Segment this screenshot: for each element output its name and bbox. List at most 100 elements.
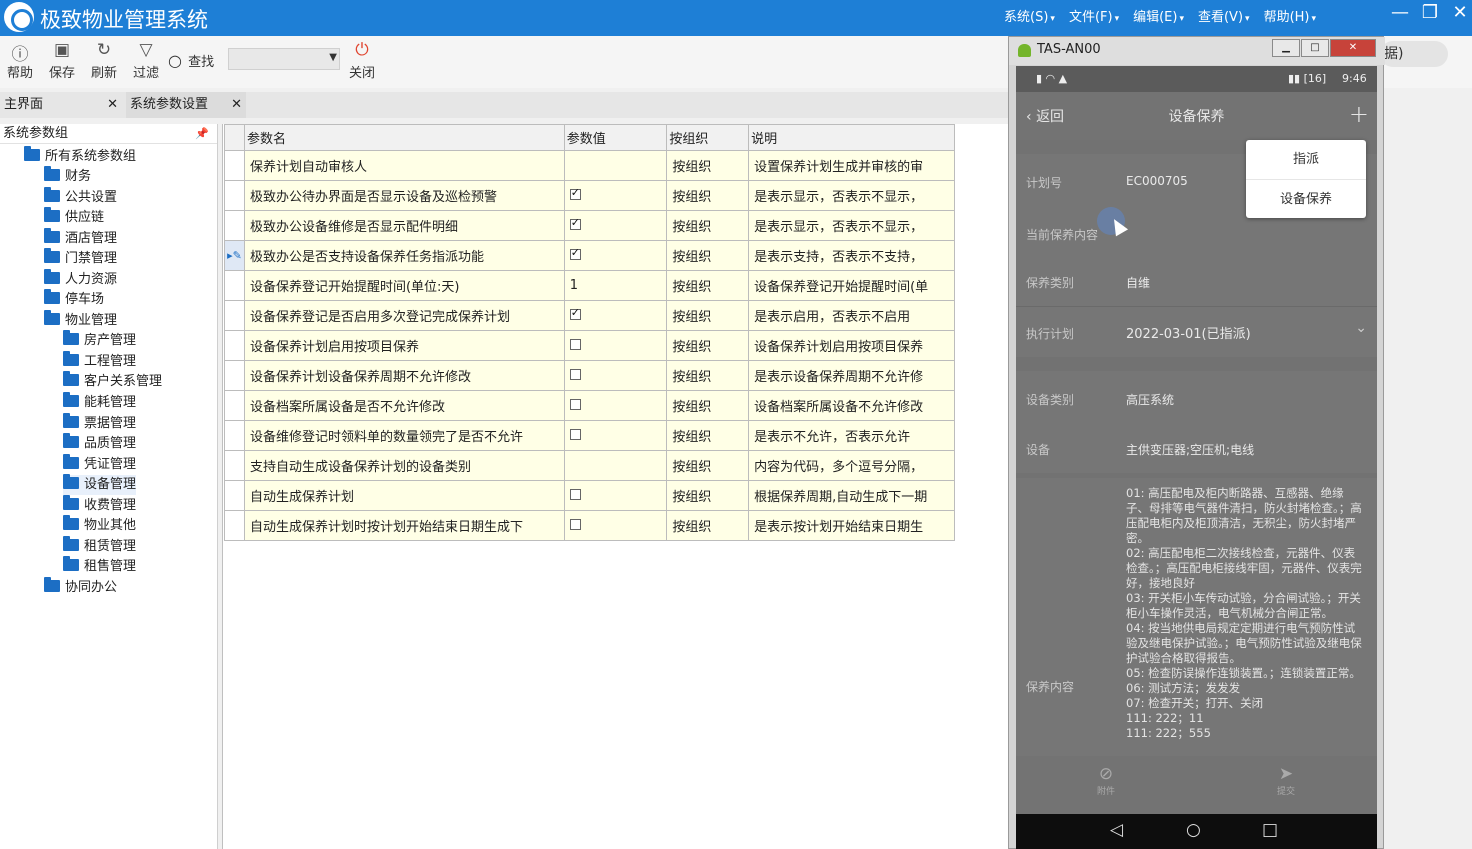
table-row[interactable]: 设备保养计划设备保养周期不允许修改 按组织 是表示设备保养周期不允许修 bbox=[224, 360, 955, 391]
tree-item[interactable]: 门禁管理 bbox=[44, 248, 117, 269]
tree-item[interactable]: 租赁管理 bbox=[63, 536, 136, 557]
menu-view[interactable]: 查看(V) bbox=[1198, 6, 1250, 25]
table-row[interactable]: 自动生成保养计划 按组织 根据保养周期,自动生成下一期 bbox=[224, 480, 955, 511]
refresh-button[interactable]: ↻ 刷新 bbox=[86, 40, 122, 81]
tree-item[interactable]: 品质管理 bbox=[63, 433, 136, 454]
table-row[interactable]: 设备保养登记是否启用多次登记完成保养计划 按组织是表示启用，否表示不启用 bbox=[224, 300, 955, 331]
close-window-icon[interactable]: ✕ bbox=[1450, 2, 1470, 23]
table-row[interactable]: 设备维修登记时领料单的数量领完了是否不允许 按组织 是表示不允许，否表示允许 bbox=[224, 420, 955, 451]
checkbox-unchecked[interactable] bbox=[569, 429, 581, 440]
checkbox-checked[interactable] bbox=[569, 186, 581, 200]
tree-item[interactable]: 凭证管理 bbox=[63, 454, 136, 475]
param-value-cell[interactable] bbox=[563, 180, 668, 211]
param-value-cell[interactable] bbox=[563, 300, 668, 331]
row-indicator[interactable] bbox=[224, 180, 245, 211]
plus-icon[interactable]: + bbox=[1349, 100, 1369, 128]
row-indicator[interactable] bbox=[224, 480, 245, 511]
row-indicator[interactable] bbox=[224, 270, 245, 301]
tree-item[interactable]: 公共设置 bbox=[44, 187, 117, 208]
checkbox-unchecked[interactable] bbox=[569, 369, 581, 380]
checkbox-unchecked[interactable] bbox=[569, 489, 581, 500]
tree-item[interactable]: 工程管理 bbox=[63, 351, 136, 372]
col-param-name[interactable]: 参数名 bbox=[243, 124, 565, 151]
row-indicator[interactable] bbox=[224, 450, 245, 481]
tree-item[interactable]: 收费管理 bbox=[63, 495, 136, 516]
menu-edit[interactable]: 编辑(E) bbox=[1133, 6, 1184, 25]
back-triangle-icon[interactable]: ◁ bbox=[1110, 820, 1123, 840]
row-indicator[interactable] bbox=[224, 330, 245, 361]
submit-button[interactable]: ➤ 提交 bbox=[1266, 764, 1306, 797]
restore-icon[interactable]: ❐ bbox=[1420, 2, 1440, 23]
param-value-cell[interactable] bbox=[563, 240, 668, 271]
param-value-cell[interactable] bbox=[563, 210, 668, 241]
col-description[interactable]: 说明 bbox=[748, 124, 955, 151]
close-icon[interactable]: ✕ bbox=[231, 92, 242, 118]
param-value-cell[interactable] bbox=[563, 150, 668, 181]
tree-item-selected[interactable]: 设备管理 bbox=[63, 474, 137, 495]
table-row[interactable]: 设备保养登记开始提醒时间(单位:天) 1 按组织 设备保养登记开始提醒时间(单 bbox=[224, 270, 955, 301]
tree-item[interactable]: 能耗管理 bbox=[63, 392, 136, 413]
tree-item[interactable]: 酒店管理 bbox=[44, 228, 117, 249]
col-param-value[interactable]: 参数值 bbox=[563, 124, 668, 151]
tree-root[interactable]: 所有系统参数组 bbox=[24, 146, 136, 167]
table-row[interactable]: 自动生成保养计划时按计划开始结束日期生成下 按组织 是表示按计划开始结束日期生 bbox=[224, 510, 955, 541]
popup-assign[interactable]: 指派 bbox=[1246, 140, 1366, 179]
tab-system-params[interactable]: 系统参数设置 ✕ bbox=[126, 92, 246, 118]
param-value-cell[interactable] bbox=[563, 480, 668, 511]
row-indicator[interactable] bbox=[224, 420, 245, 451]
param-value-cell[interactable] bbox=[563, 360, 668, 391]
table-row[interactable]: ▸✎极致办公是否支持设备保养任务指派功能 按组织是表示支持，否表示不支持， bbox=[224, 240, 955, 271]
row-indicator[interactable] bbox=[224, 210, 245, 241]
menu-file[interactable]: 文件(F) bbox=[1069, 6, 1119, 25]
row-indicator[interactable] bbox=[224, 300, 245, 331]
attachment-button[interactable]: ⊘ 附件 bbox=[1086, 764, 1126, 797]
checkbox-unchecked[interactable] bbox=[569, 339, 581, 350]
tree-item[interactable]: 物业其他 bbox=[63, 515, 136, 536]
menu-help[interactable]: 帮助(H) bbox=[1264, 6, 1316, 25]
table-row[interactable]: 极致办公待办界面是否显示设备及巡检预警 按组织是表示显示，否表示不显示， bbox=[224, 180, 955, 211]
checkbox-unchecked[interactable] bbox=[569, 399, 581, 410]
tab-main[interactable]: 主界面 ✕ bbox=[0, 92, 122, 118]
row-indicator[interactable] bbox=[224, 150, 245, 181]
param-value-cell[interactable] bbox=[563, 450, 668, 481]
tree-item[interactable]: 供应链 bbox=[44, 207, 104, 228]
tree-item[interactable]: 票据管理 bbox=[63, 413, 136, 434]
help-button[interactable]: ⓘ 帮助 bbox=[2, 40, 38, 81]
close-icon[interactable]: ✕ bbox=[107, 92, 118, 118]
table-row[interactable]: 支持自动生成设备保养计划的设备类别 按组织 内容为代码，多个逗号分隔， bbox=[224, 450, 955, 481]
minimize-icon[interactable]: — bbox=[1390, 2, 1410, 23]
tree-item[interactable]: 协同办公 bbox=[44, 577, 117, 598]
col-by-org[interactable]: 按组织 bbox=[666, 124, 750, 151]
checkbox-checked[interactable] bbox=[569, 306, 581, 320]
popup-maintenance[interactable]: 设备保养 bbox=[1246, 179, 1366, 218]
param-value-cell[interactable] bbox=[563, 390, 668, 421]
table-row[interactable]: 设备档案所属设备是否不允许修改 按组织 设备档案所属设备不允许修改 bbox=[224, 390, 955, 421]
tree-item[interactable]: 租售管理 bbox=[63, 556, 136, 577]
param-value-cell[interactable] bbox=[563, 330, 668, 361]
tree-item[interactable]: 停车场 bbox=[44, 289, 104, 310]
tree-item[interactable]: 客户关系管理 bbox=[63, 371, 162, 392]
pin-icon[interactable]: 📌 bbox=[195, 124, 209, 144]
param-value-cell[interactable] bbox=[563, 420, 668, 451]
table-row[interactable]: 设备保养计划启用按项目保养 按组织 设备保养计划启用按项目保养 bbox=[224, 330, 955, 361]
row-indicator[interactable] bbox=[224, 390, 245, 421]
home-circle-icon[interactable]: ○ bbox=[1186, 820, 1201, 840]
tree-item[interactable]: 物业管理 bbox=[44, 310, 117, 331]
row-indicator[interactable]: ▸✎ bbox=[224, 240, 245, 271]
tree-item[interactable]: 房产管理 bbox=[63, 330, 136, 351]
param-value-cell[interactable]: 1 bbox=[563, 270, 668, 301]
checkbox-checked[interactable] bbox=[569, 246, 581, 260]
recent-square-icon[interactable]: □ bbox=[1262, 820, 1278, 840]
chevron-down-icon[interactable]: ⌄ bbox=[1355, 320, 1367, 336]
maximize-icon[interactable]: □ bbox=[1301, 39, 1329, 57]
close-icon[interactable]: ✕ bbox=[1330, 39, 1376, 57]
find-combo[interactable]: ▼ bbox=[228, 48, 340, 70]
tree-item[interactable]: 人力资源 bbox=[44, 269, 117, 290]
checkbox-unchecked[interactable] bbox=[569, 519, 581, 530]
row-indicator[interactable] bbox=[224, 510, 245, 541]
close-button[interactable]: ⏻ 关闭 bbox=[344, 40, 380, 81]
find-button[interactable]: ○ 查找 bbox=[168, 51, 214, 70]
checkbox-checked[interactable] bbox=[569, 216, 581, 230]
table-row[interactable]: 保养计划自动审核人 按组织 设置保养计划生成并审核的审 bbox=[224, 150, 955, 181]
filter-button[interactable]: ▽ 过滤 bbox=[128, 40, 164, 81]
